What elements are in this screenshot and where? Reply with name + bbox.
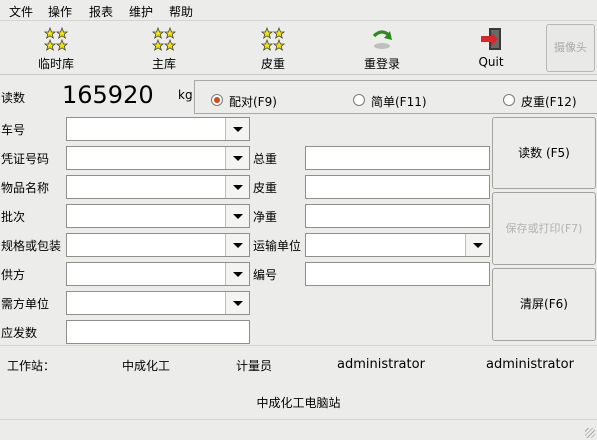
supplier-combo[interactable] — [66, 262, 250, 286]
buyer-label: 需方单位 — [1, 297, 50, 311]
toolbar-main-db-button[interactable]: 主库 — [124, 23, 204, 73]
brand-text: 中成化工电脑站 — [256, 396, 341, 410]
voucher-no-label: 凭证号码 — [1, 152, 50, 166]
serial-no-field[interactable] — [305, 262, 490, 286]
toolbar-tare-label: 皮重 — [260, 57, 285, 71]
spec-combo[interactable] — [66, 233, 250, 257]
statusbar-divider — [0, 419, 597, 420]
toolbar-temp-db-label: 临时库 — [37, 57, 74, 71]
stars-icon — [124, 26, 204, 53]
item-name-label: 物品名称 — [1, 181, 50, 195]
mode-pair-label: 配对(F9) — [229, 95, 277, 109]
chevron-down-icon[interactable] — [225, 118, 249, 140]
toolbar: 临时库 主库 皮重 重登录 Quit 摄像头 — [0, 21, 597, 75]
chevron-down-icon[interactable] — [225, 292, 249, 314]
station-label: 工作站： — [7, 359, 56, 373]
reading-label: 读数 — [1, 91, 26, 105]
batch-combo[interactable] — [66, 204, 250, 228]
station-value: 中成化工 — [122, 359, 171, 373]
chevron-down-icon[interactable] — [225, 234, 249, 256]
toolbar-relogin-label: 重登录 — [363, 57, 400, 71]
item-name-combo[interactable] — [66, 175, 250, 199]
gross-weight-field[interactable] — [305, 146, 490, 170]
carrier-combo[interactable] — [305, 233, 490, 257]
camera-button[interactable]: 摄像头 — [546, 24, 595, 72]
mode-simple-label: 简单(F11) — [371, 95, 427, 109]
buyer-combo[interactable] — [66, 291, 250, 315]
menu-maintain[interactable]: 维护 — [129, 3, 153, 20]
save-print-button[interactable]: 保存或打印(F7) — [492, 192, 596, 265]
vehicle-no-combo[interactable] — [66, 117, 250, 141]
spec-label: 规格或包装 — [1, 239, 62, 253]
read-button[interactable]: 读数 (F5) — [492, 117, 596, 189]
net-weight-field[interactable] — [305, 204, 490, 228]
operator-value-2: administrator — [486, 357, 574, 372]
resize-grip-icon[interactable] — [585, 428, 595, 438]
weight-unit: kg — [178, 88, 193, 102]
refresh-arrow-icon — [342, 27, 422, 53]
chevron-down-icon[interactable] — [465, 234, 489, 256]
menu-operate[interactable]: 操作 — [48, 3, 72, 20]
menu-report[interactable]: 报表 — [89, 3, 113, 20]
weight-reading: 165920 — [62, 81, 154, 109]
chevron-down-icon[interactable] — [225, 147, 249, 169]
divider — [0, 345, 597, 346]
due-qty-label: 应发数 — [1, 326, 38, 340]
supplier-label: 供方 — [1, 268, 26, 282]
toolbar-relogin-button[interactable]: 重登录 — [342, 23, 422, 73]
due-qty-input[interactable] — [66, 320, 250, 344]
main-window: 文件 操作 报表 维护 帮助 临时库 主库 皮重 重登录 Quit 摄像头 读数… — [0, 0, 597, 440]
voucher-no-combo[interactable] — [66, 146, 250, 170]
serial-no-label: 编号 — [253, 268, 278, 282]
chevron-down-icon[interactable] — [225, 263, 249, 285]
stars-icon — [233, 26, 313, 53]
batch-label: 批次 — [1, 210, 26, 224]
operator-value: administrator — [337, 357, 425, 372]
net-weight-label: 净重 — [253, 210, 278, 224]
radio-icon — [353, 94, 365, 106]
mode-radio-group: 配对(F9) 简单(F11) 皮重(F12) — [194, 80, 597, 114]
tare-weight-label: 皮重 — [253, 181, 278, 195]
vehicle-no-label: 车号 — [1, 123, 26, 137]
stars-icon — [16, 26, 96, 53]
radio-selected-icon — [211, 94, 223, 106]
operator-label: 计量员 — [236, 359, 273, 373]
chevron-down-icon[interactable] — [225, 205, 249, 227]
toolbar-main-db-label: 主库 — [151, 57, 176, 71]
chevron-down-icon[interactable] — [225, 176, 249, 198]
clear-screen-button[interactable]: 清屏(F6) — [492, 268, 596, 341]
carrier-label: 运输单位 — [253, 239, 302, 253]
gross-weight-label: 总重 — [253, 152, 278, 166]
mode-tare-label: 皮重(F12) — [521, 95, 577, 109]
toolbar-quit-button[interactable]: Quit — [451, 23, 531, 73]
tare-weight-field[interactable] — [305, 175, 490, 199]
exit-door-icon — [451, 27, 531, 53]
radio-icon — [503, 94, 515, 106]
menu-file[interactable]: 文件 — [9, 3, 33, 20]
toolbar-temp-db-button[interactable]: 临时库 — [16, 23, 96, 73]
menu-bar: 文件 操作 报表 维护 帮助 — [0, 0, 597, 21]
toolbar-quit-label: Quit — [478, 55, 504, 69]
menu-help[interactable]: 帮助 — [169, 3, 193, 20]
toolbar-tare-button[interactable]: 皮重 — [233, 23, 313, 73]
